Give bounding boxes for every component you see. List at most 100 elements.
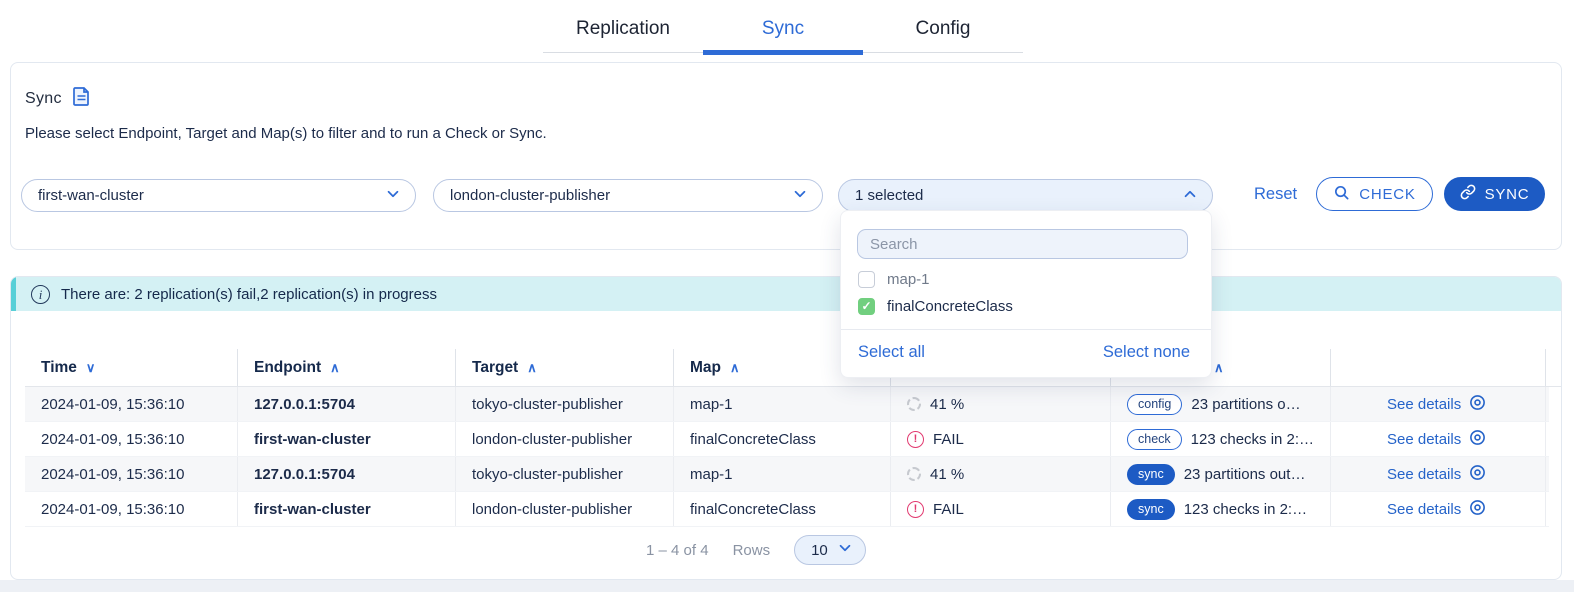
status-badge: sync (1127, 464, 1175, 485)
select-none-button[interactable]: Select none (1103, 343, 1190, 362)
cell-details: See details (1331, 387, 1546, 421)
cell-message: sync 123 checks in 2:… (1111, 492, 1331, 526)
sync-button[interactable]: SYNC (1444, 177, 1545, 211)
cell-target: london-cluster-publisher (456, 492, 674, 526)
tab-replication[interactable]: Replication (543, 8, 703, 52)
target-select-value: london-cluster-publisher (450, 187, 610, 204)
eye-icon (1469, 464, 1486, 485)
rows-per-page-select[interactable]: 10 (794, 535, 866, 565)
sort-desc-icon[interactable]: ∨ (86, 360, 96, 376)
cell-message: check 123 checks in 2:… (1111, 422, 1331, 456)
table-header-row: Time ∨ Endpoint ∧ Target ∧ Map ∧ ∧ (25, 349, 1562, 387)
info-icon (31, 285, 50, 304)
status-badge: config (1127, 394, 1182, 415)
tab-config[interactable]: Config (863, 8, 1023, 52)
cell-map: map-1 (674, 387, 891, 421)
cell-endpoint: 127.0.0.1:5704 (238, 387, 456, 421)
sort-asc-icon[interactable]: ∧ (1214, 360, 1224, 376)
cell-map: finalConcreteClass (674, 422, 891, 456)
tab-bar: Replication Sync Config (543, 8, 1023, 53)
cell-time: 2024-01-09, 15:36:10 (25, 387, 238, 421)
spinner-icon (907, 467, 921, 481)
eye-icon (1469, 429, 1486, 450)
cell-target: london-cluster-publisher (456, 422, 674, 456)
search-icon (1333, 184, 1350, 205)
map-option-map-1[interactable]: map-1 (858, 266, 930, 292)
filter-description: Please select Endpoint, Target and Map(s… (25, 125, 547, 142)
map-select-value: 1 selected (855, 187, 923, 204)
cell-time: 2024-01-09, 15:36:10 (25, 492, 238, 526)
column-header-target[interactable]: Target ∧ (456, 349, 674, 386)
map-select[interactable]: 1 selected (838, 179, 1213, 212)
sync-filter-card: Sync Please select Endpoint, Target and … (10, 62, 1562, 250)
sync-button-label: SYNC (1485, 186, 1530, 203)
map-dropdown-panel: map-1 finalConcreteClass Select all Sele… (840, 210, 1212, 378)
cell-details: See details (1331, 422, 1546, 456)
cell-target: tokyo-cluster-publisher (456, 457, 674, 491)
see-details-link[interactable]: See details (1387, 499, 1486, 520)
info-banner-text: There are: 2 replication(s) fail,2 repli… (61, 286, 437, 303)
column-header-details[interactable] (1331, 349, 1546, 386)
tab-sync[interactable]: Sync (703, 8, 863, 52)
table-row: 2024-01-09, 15:36:10 first-wan-cluster l… (25, 422, 1549, 457)
status-badge: check (1127, 429, 1182, 450)
spinner-icon (907, 397, 921, 411)
eye-icon (1469, 394, 1486, 415)
sort-asc-icon[interactable]: ∧ (527, 360, 537, 376)
sort-asc-icon[interactable]: ∧ (730, 360, 740, 376)
cell-time: 2024-01-09, 15:36:10 (25, 422, 238, 456)
table-body: 2024-01-09, 15:36:10 127.0.0.1:5704 toky… (11, 387, 1549, 527)
check-button[interactable]: CHECK (1316, 177, 1433, 211)
rows-per-page-value: 10 (811, 542, 828, 559)
map-option-label: map-1 (887, 271, 930, 288)
see-details-link[interactable]: See details (1387, 464, 1486, 485)
page-title: Sync (25, 87, 90, 111)
endpoint-select[interactable]: first-wan-cluster (21, 179, 416, 212)
cell-status: FAIL (891, 422, 1111, 456)
eye-icon (1469, 499, 1486, 520)
chevron-up-icon (1182, 186, 1198, 206)
table-row: 2024-01-09, 15:36:10 127.0.0.1:5704 toky… (25, 387, 1549, 422)
checkbox-checked-icon[interactable] (858, 298, 875, 315)
cell-map: map-1 (674, 457, 891, 491)
cell-message: config 23 partitions o… (1111, 387, 1331, 421)
pagination-range: 1 – 4 of 4 (646, 542, 709, 559)
sort-asc-icon[interactable]: ∧ (330, 360, 340, 376)
column-header-endpoint[interactable]: Endpoint ∧ (238, 349, 456, 386)
cell-endpoint: 127.0.0.1:5704 (238, 457, 456, 491)
info-banner: There are: 2 replication(s) fail,2 repli… (11, 277, 1561, 311)
column-header-time[interactable]: Time ∨ (25, 349, 238, 386)
endpoint-select-value: first-wan-cluster (38, 187, 144, 204)
target-select[interactable]: london-cluster-publisher (433, 179, 823, 212)
cell-map: finalConcreteClass (674, 492, 891, 526)
cell-details: See details (1331, 457, 1546, 491)
chevron-down-icon (792, 186, 808, 206)
table-row: 2024-01-09, 15:36:10 127.0.0.1:5704 toky… (25, 457, 1549, 492)
cell-target: tokyo-cluster-publisher (456, 387, 674, 421)
cell-message: sync 23 partitions out… (1111, 457, 1331, 491)
checkbox-unchecked-icon[interactable] (858, 271, 875, 288)
column-header-filler (1546, 349, 1562, 386)
select-all-button[interactable]: Select all (858, 343, 925, 362)
see-details-link[interactable]: See details (1387, 429, 1486, 450)
cell-details: See details (1331, 492, 1546, 526)
cell-status: 41 % (891, 387, 1111, 421)
see-details-link[interactable]: See details (1387, 394, 1486, 415)
cell-endpoint: first-wan-cluster (238, 422, 456, 456)
reset-button[interactable]: Reset (1254, 185, 1297, 204)
cell-status: FAIL (891, 492, 1111, 526)
map-option-label: finalConcreteClass (887, 298, 1013, 315)
cell-status: 41 % (891, 457, 1111, 491)
page-title-label: Sync (25, 90, 62, 108)
page-background-strip (0, 580, 1574, 592)
fail-icon (907, 431, 924, 448)
map-search-input[interactable] (857, 229, 1188, 259)
fail-icon (907, 501, 924, 518)
chevron-down-icon (837, 540, 853, 560)
cell-endpoint: first-wan-cluster (238, 492, 456, 526)
pagination: 1 – 4 of 4 Rows 10 (646, 535, 866, 565)
document-icon[interactable] (73, 87, 90, 111)
map-option-finalconcreteclass[interactable]: finalConcreteClass (858, 293, 1013, 319)
cell-time: 2024-01-09, 15:36:10 (25, 457, 238, 491)
check-button-label: CHECK (1359, 186, 1416, 203)
